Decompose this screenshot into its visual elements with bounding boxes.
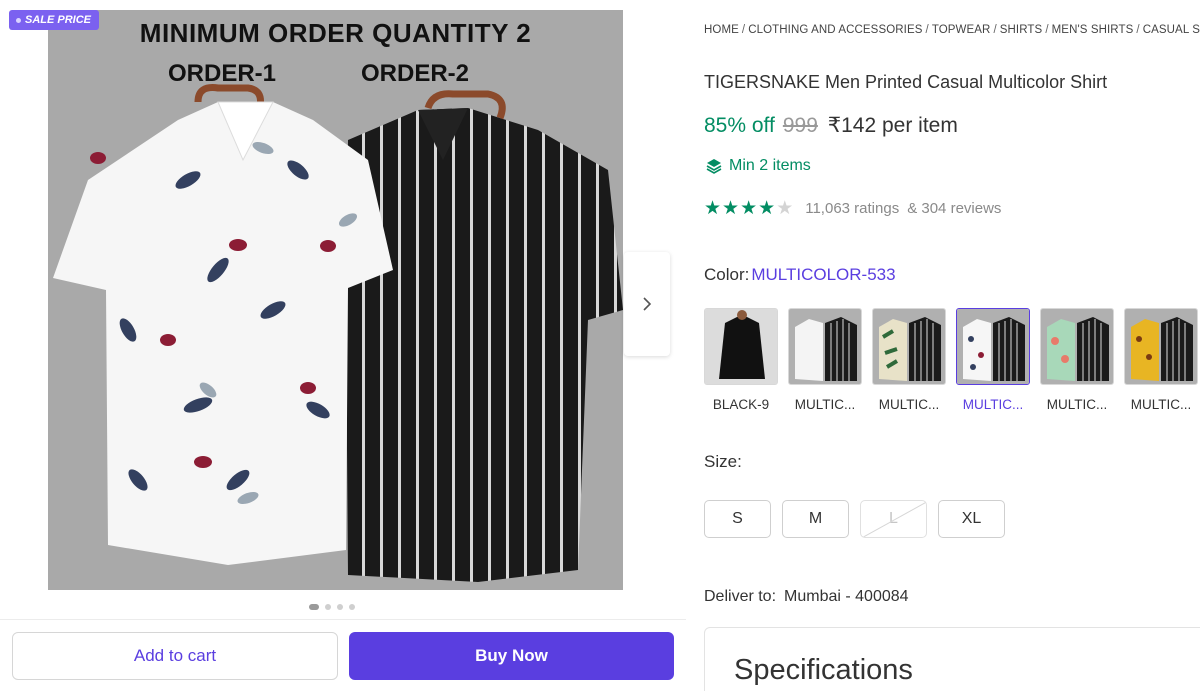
breadcrumb-home[interactable]: HOME — [704, 24, 739, 36]
carousel-dot-4[interactable] — [349, 604, 355, 610]
reviews-count[interactable]: & 304 reviews — [907, 200, 1001, 217]
carousel-dot-3[interactable] — [337, 604, 343, 610]
sale-price-badge: SALE PRICE — [9, 10, 100, 30]
color-option-label: MULTIC... — [1130, 397, 1192, 412]
product-image[interactable]: MINIMUM ORDER QUANTITY 2 ORDER-1 ORDER-2 — [48, 10, 623, 590]
size-option-xl[interactable]: XL — [938, 500, 1005, 538]
size-options: S M L XL — [704, 500, 1005, 538]
product-title: TIGERSNAKE Men Printed Casual Multicolor… — [704, 72, 1108, 92]
star-icon: ★ — [758, 198, 776, 219]
size-option-m[interactable]: M — [782, 500, 849, 538]
color-option-label: MULTIC... — [962, 397, 1024, 412]
color-thumb — [704, 308, 778, 385]
discount-percent: 85% off — [704, 114, 775, 137]
price-row: 85% off 999 ₹142 per item — [704, 113, 958, 138]
layers-icon — [706, 159, 722, 174]
size-option-s[interactable]: S — [704, 500, 771, 538]
breadcrumb-topwear[interactable]: TOPWEAR — [932, 24, 991, 36]
carousel-dot-2[interactable] — [325, 604, 331, 610]
color-option-label: BLACK-9 — [712, 397, 770, 412]
specifications-card: Specifications — [704, 627, 1200, 691]
product-details: HOME / CLOTHING AND ACCESSORIES / TOPWEAR / SH… — [704, 0, 1200, 691]
color-option-3[interactable]: MULTIC... — [872, 308, 946, 412]
specifications-title: Specifications — [734, 654, 913, 686]
size-option-l-unavailable: L — [860, 500, 927, 538]
rating-stars: ★ ★ ★ ★ ★ — [704, 199, 793, 218]
product-gallery: MINIMUM ORDER QUANTITY 2 ORDER-1 ORDER-2… — [0, 0, 686, 691]
min-items-info: Min 2 items — [705, 157, 811, 175]
color-option-4-selected[interactable]: MULTIC... — [956, 308, 1030, 412]
rating-row: ★ ★ ★ ★ ★ 11,063 ratings & 304 reviews — [704, 199, 1001, 218]
breadcrumb-casual-shirts[interactable]: CASUAL SHIRTS — [1143, 24, 1200, 36]
shirts-illustration — [53, 84, 623, 582]
photo-headline: MINIMUM ORDER QUANTITY 2 — [139, 18, 532, 48]
color-option-5[interactable]: MULTIC... — [1040, 308, 1114, 412]
size-label: Size: — [704, 452, 742, 471]
color-thumb — [1124, 308, 1198, 385]
color-option-label: MULTIC... — [1046, 397, 1108, 412]
breadcrumb-mens-shirts[interactable]: MEN'S SHIRTS — [1052, 24, 1134, 36]
star-empty-icon: ★ — [776, 198, 794, 219]
photo-label-order-2: ORDER-2 — [361, 60, 470, 87]
chevron-right-icon — [643, 297, 652, 311]
color-label: Color: MULTICOLOR-533 — [704, 265, 896, 285]
delivery-location: Mumbai - 400084 — [784, 588, 909, 605]
color-thumb — [956, 308, 1030, 385]
deliver-to-label: Deliver to: — [704, 588, 777, 605]
color-option-2[interactable]: MULTIC... — [788, 308, 862, 412]
photo-label-order-1: ORDER-1 — [168, 60, 277, 87]
selected-color: MULTICOLOR-533 — [751, 265, 896, 284]
carousel-dots — [309, 604, 355, 610]
selling-price: ₹142 per item — [827, 114, 958, 137]
color-option-6[interactable]: MULTIC... — [1124, 308, 1198, 412]
breadcrumb: HOME / CLOTHING AND ACCESSORIES / TOPWEAR / SH… — [704, 24, 1200, 36]
next-image-button[interactable] — [624, 252, 670, 356]
mrp-price: 999 — [782, 114, 818, 137]
badge-dot-icon — [16, 17, 21, 23]
buy-now-button[interactable]: Buy Now — [349, 632, 674, 680]
sale-badge-label: SALE PRICE — [25, 14, 92, 26]
color-swatches: BLACK-9 MULTIC... MULTIC... MULTIC... MU… — [704, 308, 1198, 412]
ratings-count[interactable]: 11,063 ratings — [805, 200, 899, 217]
color-option-label: MULTIC... — [878, 397, 940, 412]
min-items-label: Min 2 items — [729, 157, 811, 174]
star-icon: ★ — [722, 198, 740, 219]
breadcrumb-shirts[interactable]: SHIRTS — [1000, 24, 1043, 36]
star-icon: ★ — [740, 198, 758, 219]
star-icon: ★ — [704, 198, 722, 219]
color-option-label: MULTIC... — [794, 397, 856, 412]
cta-bar: Add to cart Buy Now — [0, 619, 686, 691]
breadcrumb-clothing[interactable]: CLOTHING AND ACCESSORIES — [748, 24, 922, 36]
add-to-cart-button[interactable]: Add to cart — [12, 632, 338, 680]
color-thumb — [788, 308, 862, 385]
color-thumb — [872, 308, 946, 385]
delivery-info[interactable]: Deliver to: Mumbai - 400084 — [704, 588, 909, 606]
color-label-text: Color: — [704, 265, 750, 284]
carousel-dot-1[interactable] — [309, 604, 319, 610]
color-option-black-9[interactable]: BLACK-9 — [704, 308, 778, 412]
color-thumb — [1040, 308, 1114, 385]
